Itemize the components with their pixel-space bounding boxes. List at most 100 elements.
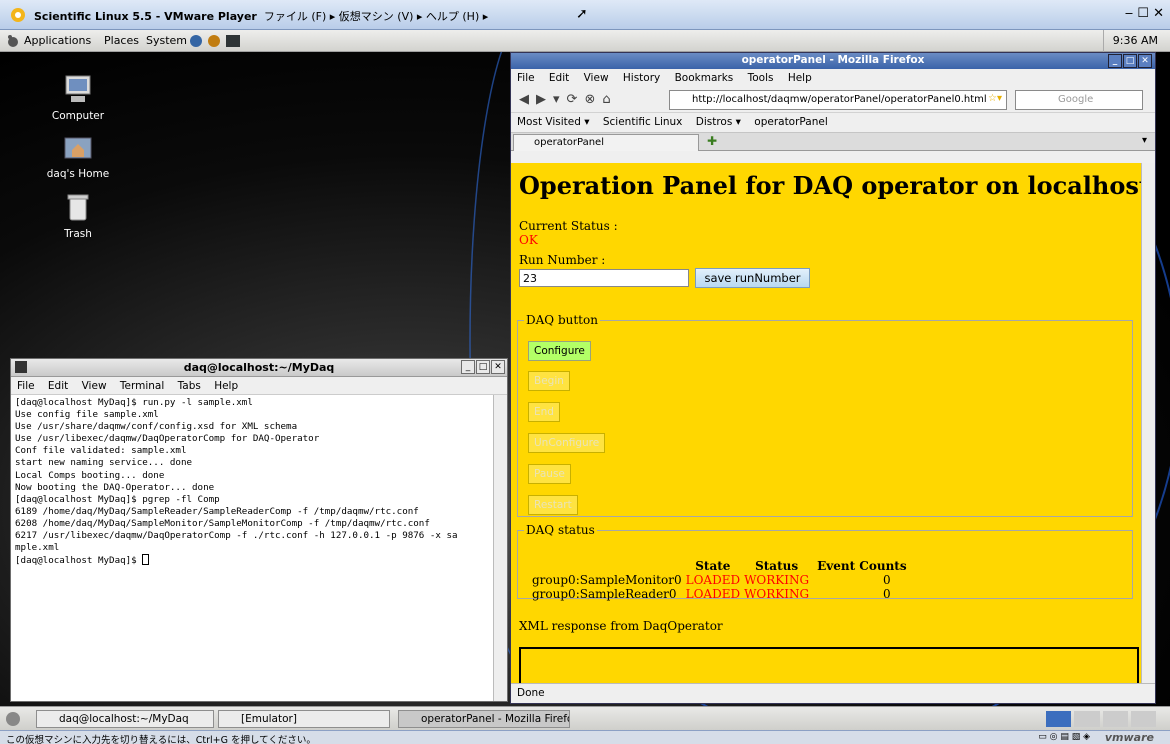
applications-menu[interactable]: Applications bbox=[24, 34, 91, 47]
home-icon[interactable]: ⌂ bbox=[602, 92, 617, 107]
taskbar-item-emulator[interactable]: [Emulator] bbox=[218, 710, 390, 728]
terminal-line: start new naming service... done bbox=[15, 457, 193, 469]
device-status-icons[interactable]: ▭ ◎ ▤ ▧ ◈ bbox=[1038, 732, 1090, 742]
terminal-line: Use config file sample.xml bbox=[15, 409, 159, 421]
terminal-prompt: [daq@localhost MyDaq]$ bbox=[15, 555, 143, 567]
daq-status-table: State Status Event Counts group0:SampleM… bbox=[530, 559, 913, 601]
desktop-icon-computer[interactable]: Computer bbox=[33, 74, 123, 122]
bookmark-scientific-linux[interactable]: Scientific Linux bbox=[603, 116, 683, 128]
tab-list-icon[interactable]: ▾ bbox=[1142, 135, 1147, 146]
configure-button[interactable]: Configure bbox=[528, 341, 591, 361]
bookmark-distros[interactable]: Distros ▾ bbox=[696, 116, 741, 128]
stop-icon[interactable]: ⊗ bbox=[584, 92, 602, 107]
panel-divider bbox=[1103, 30, 1104, 52]
new-tab-icon[interactable]: ✚ bbox=[707, 134, 717, 148]
tab-operatorpanel[interactable]: operatorPanel bbox=[513, 134, 699, 151]
component-state: LOADED bbox=[685, 573, 741, 587]
bookmark-operatorpanel[interactable]: operatorPanel bbox=[754, 116, 828, 128]
reload-icon[interactable]: ⟳ bbox=[567, 92, 585, 107]
desktop-icon-home[interactable]: daq's Home bbox=[33, 132, 123, 180]
back-icon[interactable]: ◀ bbox=[519, 92, 536, 107]
workspace-2[interactable] bbox=[1074, 711, 1100, 727]
page-scrollbar[interactable] bbox=[1141, 163, 1155, 685]
taskbar-item-firefox[interactable]: operatorPanel - Mozilla Firefox bbox=[398, 710, 570, 728]
bookmark-star-icon[interactable]: ☆▾ bbox=[988, 93, 1002, 104]
current-status-value: OK bbox=[519, 233, 538, 247]
close-button[interactable]: ✕ bbox=[1138, 54, 1152, 68]
firefox-titlebar[interactable]: operatorPanel - Mozilla Firefox _ □ ✕ bbox=[511, 53, 1155, 69]
workspace-4[interactable] bbox=[1130, 711, 1156, 727]
ff-menu-view[interactable]: View bbox=[584, 72, 609, 84]
ff-menu-history[interactable]: History bbox=[623, 72, 660, 84]
terminal-menu-view[interactable]: View bbox=[82, 380, 107, 392]
search-box[interactable]: Google bbox=[1015, 90, 1143, 110]
trash-icon bbox=[67, 194, 89, 221]
maximize-button[interactable]: □ bbox=[476, 360, 490, 374]
bookmarks-toolbar: Most Visited ▾ Scientific Linux Distros … bbox=[511, 113, 1155, 133]
vmware-menus[interactable]: ファイル (F) ▸ 仮想マシン (V) ▸ ヘルプ (H) ▸ bbox=[264, 10, 488, 23]
ff-menu-file[interactable]: File bbox=[517, 72, 535, 84]
component-name: group0:SampleMonitor0 bbox=[532, 573, 682, 587]
component-event-count: 0 bbox=[882, 587, 891, 601]
restart-button[interactable]: Restart bbox=[528, 495, 578, 515]
unconfigure-button[interactable]: UnConfigure bbox=[528, 433, 606, 453]
workspace-3[interactable] bbox=[1102, 711, 1128, 727]
taskbar-item-terminal[interactable]: daq@localhost:~/MyDaq bbox=[36, 710, 214, 728]
end-button[interactable]: End bbox=[528, 402, 560, 422]
minimize-button[interactable]: _ bbox=[461, 360, 475, 374]
forward-icon[interactable]: ▶ bbox=[536, 92, 553, 107]
desktop-icon-trash[interactable]: Trash bbox=[33, 192, 123, 240]
terminal-scrollbar[interactable] bbox=[493, 395, 507, 701]
terminal-menu-tabs[interactable]: Tabs bbox=[178, 380, 201, 392]
home-folder-icon bbox=[64, 137, 92, 159]
system-menu[interactable]: System bbox=[146, 34, 187, 47]
table-header: State bbox=[695, 559, 731, 573]
terminal-menu-file[interactable]: File bbox=[17, 380, 35, 392]
terminal-titlebar[interactable]: daq@localhost:~/MyDaq _ □ ✕ bbox=[11, 359, 507, 377]
terminal-line: 6217 /usr/libexec/daqmw/DaqOperatorComp … bbox=[15, 530, 458, 542]
ff-menu-bookmarks[interactable]: Bookmarks bbox=[675, 72, 734, 84]
ff-menu-help[interactable]: Help bbox=[788, 72, 812, 84]
show-desktop-icon[interactable] bbox=[6, 712, 20, 726]
close-button[interactable]: ✕ bbox=[491, 360, 505, 374]
terminal-menu-terminal[interactable]: Terminal bbox=[120, 380, 164, 392]
table-header: Status bbox=[755, 559, 799, 573]
run-number-input[interactable] bbox=[519, 269, 689, 287]
xml-response-box[interactable] bbox=[519, 647, 1139, 685]
taskbar-item-label: daq@localhost:~/MyDaq bbox=[59, 713, 189, 725]
minimize-button[interactable]: _ bbox=[1108, 54, 1122, 68]
search-placeholder: Google bbox=[1058, 94, 1094, 105]
navigation-toolbar: ◀▶▾⟳⊗⌂ http://localhost/daqmw/operatorPa… bbox=[511, 87, 1155, 113]
component-status: WORKING bbox=[744, 573, 810, 587]
save-runnumber-button[interactable]: save runNumber bbox=[695, 268, 810, 288]
terminal-window[interactable]: daq@localhost:~/MyDaq _ □ ✕ File Edit Vi… bbox=[10, 358, 508, 702]
page-content: Operation Panel for DAQ operator on loca… bbox=[511, 163, 1141, 685]
maximize-button[interactable]: □ bbox=[1123, 54, 1137, 68]
ff-menu-edit[interactable]: Edit bbox=[549, 72, 569, 84]
terminal-output[interactable]: [daq@localhost MyDaq]$ run.py -l sample.… bbox=[11, 395, 493, 701]
bookmark-most-visited[interactable]: Most Visited ▾ bbox=[517, 116, 590, 128]
terminal-line: 6189 /home/daq/MyDaq/SampleReader/Sample… bbox=[15, 505, 419, 517]
vmware-titlebar: Scientific Linux 5.5 - VMware Player ファイ… bbox=[0, 0, 1170, 30]
terminal-line: Use /usr/libexec/daqmw/DaqOperatorComp f… bbox=[15, 433, 320, 445]
workspace-1[interactable] bbox=[1046, 711, 1072, 727]
panel-clock[interactable]: 9:36 AM bbox=[1113, 34, 1158, 47]
launcher-icons[interactable] bbox=[188, 33, 244, 49]
vmware-window-buttons[interactable]: ‒ ☐ ✕ bbox=[1125, 6, 1164, 21]
firefox-window[interactable]: operatorPanel - Mozilla Firefox _ □ ✕ Fi… bbox=[510, 52, 1156, 704]
begin-button[interactable]: Begin bbox=[528, 371, 570, 391]
pause-button[interactable]: Pause bbox=[528, 464, 571, 484]
workspace-switcher[interactable] bbox=[1046, 711, 1156, 727]
terminal-menu-edit[interactable]: Edit bbox=[48, 380, 68, 392]
desktop-icon-label: Trash bbox=[64, 228, 92, 240]
url-bar[interactable]: http://localhost/daqmw/operatorPanel/ope… bbox=[669, 90, 1007, 110]
places-menu[interactable]: Places bbox=[104, 34, 139, 47]
firefox-statusbar: Done bbox=[511, 683, 1155, 703]
terminal-menu-help[interactable]: Help bbox=[214, 380, 238, 392]
table-row: group0:SampleMonitor0 LOADED WORKING 0 bbox=[530, 573, 913, 587]
firefox-title: operatorPanel - Mozilla Firefox bbox=[741, 54, 925, 66]
ff-menu-tools[interactable]: Tools bbox=[748, 72, 774, 84]
current-status-label: Current Status : bbox=[519, 219, 618, 233]
history-dropdown-icon[interactable]: ▾ bbox=[553, 92, 567, 107]
xml-response-label: XML response from DaqOperator bbox=[519, 619, 723, 633]
